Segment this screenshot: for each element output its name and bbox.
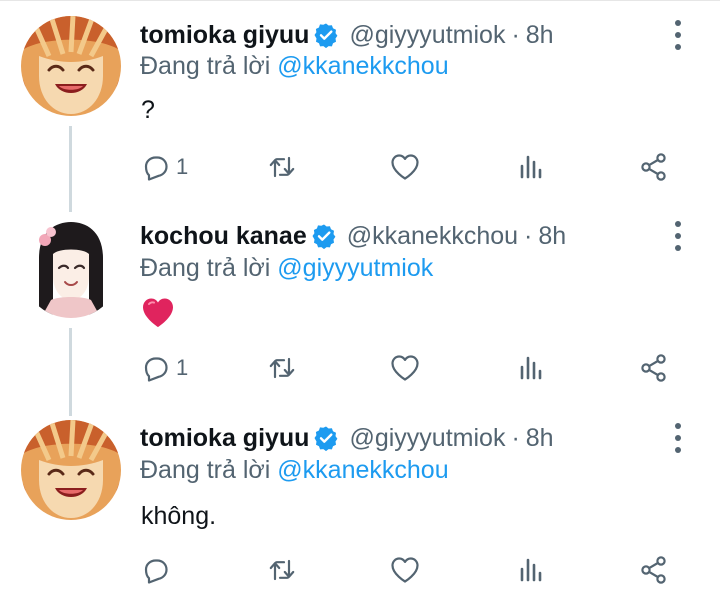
verified-badge-icon <box>313 425 339 451</box>
replying-to: Đang trả lời @kkanekkchou <box>140 456 449 485</box>
timestamp[interactable]: 8h <box>538 222 566 251</box>
replying-prefix: Đang trả lời <box>140 52 271 80</box>
views-icon <box>515 554 547 586</box>
views-button[interactable] <box>515 350 547 386</box>
heart-icon <box>389 554 421 586</box>
display-name[interactable]: tomioka giyuu <box>140 21 309 50</box>
share-button[interactable] <box>638 350 670 386</box>
top-divider <box>0 0 720 1</box>
heart-icon <box>389 352 421 384</box>
retweet-icon <box>266 352 298 384</box>
timestamp[interactable]: 8h <box>526 21 554 50</box>
reply-count: 1 <box>176 355 189 380</box>
verified-badge-icon <box>311 223 337 249</box>
retweet-button[interactable] <box>266 350 298 386</box>
reply-button[interactable] <box>140 552 176 588</box>
handle[interactable]: @giyyyutmiok <box>349 424 505 453</box>
tweet-header: tomioka giyuu @giyyyutmiok · 8h <box>140 421 554 455</box>
replying-to: Đang trả lời @giyyyutmiok <box>140 254 433 283</box>
share-button[interactable] <box>638 149 670 185</box>
replying-to: Đang trả lời @kkanekkchou <box>140 52 449 81</box>
retweet-button[interactable] <box>266 552 298 588</box>
handle[interactable]: @kkanekkchou <box>347 222 518 251</box>
avatar[interactable] <box>21 420 121 520</box>
views-icon <box>515 151 547 183</box>
timestamp[interactable]: 8h <box>526 424 554 453</box>
display-name[interactable]: kochou kanae <box>140 222 307 251</box>
retweet-button[interactable] <box>266 149 298 185</box>
more-options-icon[interactable] <box>668 221 688 251</box>
tweet-text: ? <box>141 96 155 124</box>
share-icon <box>638 352 670 384</box>
red-heart-emoji <box>143 298 173 327</box>
action-bar: 1 <box>0 350 720 386</box>
views-button[interactable] <box>515 552 547 588</box>
share-icon <box>638 151 670 183</box>
action-bar: 1 <box>0 149 720 185</box>
separator: · <box>511 20 520 49</box>
handle[interactable]: @giyyyutmiok <box>349 21 505 50</box>
reply-icon <box>140 352 172 384</box>
views-icon <box>515 352 547 384</box>
verified-badge-icon <box>313 22 339 48</box>
replying-prefix: Đang trả lời <box>140 456 271 484</box>
mention-link[interactable]: @giyyyutmiok <box>277 254 433 282</box>
more-options-icon[interactable] <box>668 20 688 50</box>
separator: · <box>524 221 533 250</box>
avatar[interactable] <box>21 16 121 116</box>
share-icon <box>638 554 670 586</box>
retweet-icon <box>266 554 298 586</box>
reply-count: 1 <box>176 154 189 179</box>
tweet-header: tomioka giyuu @giyyyutmiok · 8h <box>140 18 554 52</box>
views-button[interactable] <box>515 149 547 185</box>
more-options-icon[interactable] <box>668 423 688 453</box>
like-button[interactable] <box>389 350 421 386</box>
mention-link[interactable]: @kkanekkchou <box>277 52 448 80</box>
action-bar <box>0 552 720 588</box>
tweet-header: kochou kanae @kkanekkchou · 8h <box>140 219 566 253</box>
retweet-icon <box>266 151 298 183</box>
separator: · <box>511 423 520 452</box>
reply-icon <box>140 151 172 183</box>
reply-button[interactable]: 1 <box>140 149 188 185</box>
reply-icon <box>140 554 172 586</box>
mention-link[interactable]: @kkanekkchou <box>277 456 448 484</box>
reply-button[interactable]: 1 <box>140 350 188 386</box>
like-button[interactable] <box>389 149 421 185</box>
avatar[interactable] <box>21 218 121 318</box>
display-name[interactable]: tomioka giyuu <box>140 424 309 453</box>
tweet-text: không. <box>141 502 217 530</box>
share-button[interactable] <box>638 552 670 588</box>
replying-prefix: Đang trả lời <box>140 254 271 282</box>
heart-icon <box>389 151 421 183</box>
like-button[interactable] <box>389 552 421 588</box>
